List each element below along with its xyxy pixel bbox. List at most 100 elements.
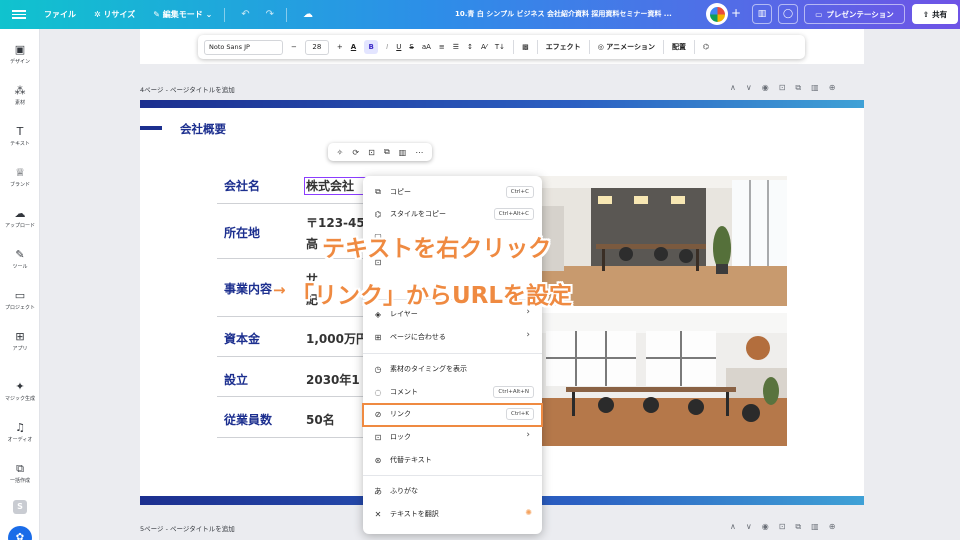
- sidebar-item-design[interactable]: ▣ デザイン: [0, 43, 40, 65]
- row-value-line2[interactable]: 高: [306, 235, 318, 252]
- rotate-icon[interactable]: ⟳: [352, 148, 359, 157]
- delete-page-icon[interactable]: ▥: [811, 83, 819, 93]
- translate-icon: ✕: [374, 509, 382, 519]
- office-photo-1[interactable]: [536, 176, 787, 306]
- edit-mode-label: 編集モード: [162, 10, 203, 19]
- edit-mode-button[interactable]: ✎ 編集モード ⌄: [153, 9, 212, 20]
- menu-item-comment[interactable]: ◌ コメント Ctrl+Alt+N: [363, 383, 542, 401]
- share-button[interactable]: ⇧ 共有: [912, 4, 958, 24]
- delete-icon[interactable]: ▥: [399, 148, 407, 157]
- present-button[interactable]: ▭ プレゼンテーション: [804, 4, 905, 24]
- row-label[interactable]: 所在地: [224, 224, 260, 241]
- sidebar-item-magic[interactable]: ✦ マジック生成: [0, 380, 40, 402]
- row-divider: [217, 437, 365, 438]
- redo-icon[interactable]: ↷: [266, 9, 274, 20]
- file-menu[interactable]: ファイル: [44, 9, 76, 20]
- row-value[interactable]: 2030年1: [306, 371, 360, 388]
- italic-button[interactable]: I: [386, 43, 388, 51]
- page-down-icon[interactable]: ∨: [746, 522, 752, 532]
- menu-item-label: ロック: [390, 433, 411, 441]
- sidebar-item-projects[interactable]: ▭ プロジェクト: [0, 289, 40, 311]
- menu-item-timing[interactable]: ◷ 素材のタイミングを表示: [363, 360, 542, 378]
- page-down-icon[interactable]: ∨: [746, 83, 752, 93]
- sidebar-item-text[interactable]: T テキスト: [0, 125, 40, 147]
- letter-case-button[interactable]: aA: [422, 43, 431, 51]
- page-up-icon[interactable]: ∧: [730, 83, 736, 93]
- duplicate-page-icon[interactable]: ⧉: [795, 83, 801, 93]
- menu-item-copy[interactable]: ⧉ コピー Ctrl+C: [363, 183, 542, 201]
- transparency-icon[interactable]: ▩: [522, 43, 529, 51]
- page-5-actions: ∧ ∨ ◉ ⊡ ⧉ ▥ ⊕: [730, 522, 835, 532]
- copy-style-icon[interactable]: ⌬: [703, 43, 709, 51]
- sidebar-item-bulk[interactable]: ⧉ 一括作成: [0, 462, 40, 484]
- row-label[interactable]: 会社名: [224, 177, 260, 194]
- font-family-select[interactable]: Noto Sans JP: [204, 39, 283, 55]
- text-direction-icon[interactable]: A⁄: [481, 43, 487, 51]
- magic-edit-icon[interactable]: ✧: [337, 148, 344, 157]
- row-value[interactable]: 50名: [306, 411, 335, 428]
- row-value[interactable]: 1,000万円: [306, 330, 368, 347]
- add-page-icon[interactable]: ⊕: [829, 522, 836, 532]
- lock-icon[interactable]: ⊡: [368, 148, 375, 157]
- align-icon[interactable]: ≡: [439, 43, 445, 51]
- add-page-icon[interactable]: ⊕: [829, 83, 836, 93]
- menu-item-alt-text[interactable]: ⊛ 代替テキスト: [363, 451, 542, 469]
- bold-button[interactable]: B: [364, 40, 379, 54]
- hide-page-icon[interactable]: ◉: [762, 83, 769, 93]
- more-icon[interactable]: ⋯: [415, 148, 423, 157]
- page-5-title[interactable]: 5ページ - ページタイトルを追加: [140, 523, 235, 533]
- page-up-icon[interactable]: ∧: [730, 522, 736, 532]
- menu-item-fit-page[interactable]: ⊞ ページに合わせる ›: [363, 328, 542, 346]
- comments-icon[interactable]: ◯: [778, 4, 798, 24]
- menu-icon[interactable]: [12, 10, 26, 19]
- row-label[interactable]: 資本金: [224, 330, 260, 347]
- undo-icon[interactable]: ↶: [241, 9, 249, 20]
- menu-item-furigana[interactable]: あふりがな: [363, 482, 542, 500]
- sidebar-item-upload[interactable]: ☁ アップロード: [0, 207, 40, 229]
- add-collaborator-icon[interactable]: +: [731, 6, 741, 20]
- duplicate-page-icon[interactable]: ⧉: [795, 522, 801, 532]
- sidebar-item-elements[interactable]: ⁂ 素材: [0, 84, 40, 106]
- assistant-icon[interactable]: ✿: [8, 526, 32, 540]
- page-4-title[interactable]: 4ページ - ページタイトルを追加: [140, 84, 235, 94]
- sidebar-app-badge[interactable]: S: [13, 500, 27, 514]
- row-label[interactable]: 従業員数: [224, 411, 272, 428]
- slide-top-band: [140, 100, 864, 108]
- menu-item-translate[interactable]: ✕ テキストを翻訳 ✺: [363, 505, 542, 523]
- document-title[interactable]: 10.青 白 シンプル ビジネス 会社紹介資料 採用資料セミナー資料 ...: [455, 9, 695, 19]
- annotation-line-2: 「リンク」からURLを設定: [291, 283, 573, 309]
- hide-page-icon[interactable]: ◉: [762, 522, 769, 532]
- animate-button[interactable]: ◎ アニメーション: [598, 42, 655, 52]
- list-icon[interactable]: ☰: [453, 43, 459, 51]
- text-color-icon[interactable]: A: [351, 43, 356, 51]
- lock-page-icon[interactable]: ⊡: [779, 522, 786, 532]
- duplicate-icon[interactable]: ⧉: [384, 147, 390, 157]
- sidebar-item-apps[interactable]: ⊞ アプリ: [0, 330, 40, 352]
- position-button[interactable]: 配置: [672, 42, 686, 52]
- underline-button[interactable]: U: [396, 43, 401, 51]
- sidebar-item-brand[interactable]: ♕ ブランド: [0, 166, 40, 188]
- row-label[interactable]: 事業内容: [224, 280, 272, 297]
- font-size-input[interactable]: 28: [304, 39, 329, 55]
- present-label: プレゼンテーション: [826, 9, 894, 19]
- lock-page-icon[interactable]: ⊡: [779, 83, 786, 93]
- cloud-save-icon[interactable]: ☁: [303, 9, 313, 20]
- font-size-decrease[interactable]: −: [291, 43, 297, 51]
- row-label[interactable]: 設立: [224, 371, 248, 388]
- slide-heading[interactable]: 会社概要: [180, 121, 226, 137]
- spacing-icon[interactable]: ↕: [467, 43, 473, 51]
- sidebar-item-audio[interactable]: ♫ オーディオ: [0, 421, 40, 443]
- menu-item-lock[interactable]: ⊡ ロック ›: [363, 428, 542, 446]
- menu-item-label: コメント: [390, 388, 418, 396]
- delete-page-icon[interactable]: ▥: [811, 522, 819, 532]
- vertical-text-icon[interactable]: T↓: [495, 43, 505, 51]
- effects-button[interactable]: エフェクト: [546, 42, 581, 52]
- font-size-increase[interactable]: +: [337, 43, 343, 51]
- sidebar-item-tools[interactable]: ✎ ツール: [0, 248, 40, 270]
- menu-item-copy-style[interactable]: ⌬ スタイルをコピー Ctrl+Alt+C: [363, 205, 542, 223]
- strikethrough-button[interactable]: S: [409, 43, 413, 51]
- insights-icon[interactable]: ▥: [752, 4, 772, 24]
- avatar[interactable]: [706, 3, 728, 25]
- resize-button[interactable]: ✲ リサイズ: [94, 9, 135, 20]
- office-photo-2[interactable]: [536, 313, 787, 446]
